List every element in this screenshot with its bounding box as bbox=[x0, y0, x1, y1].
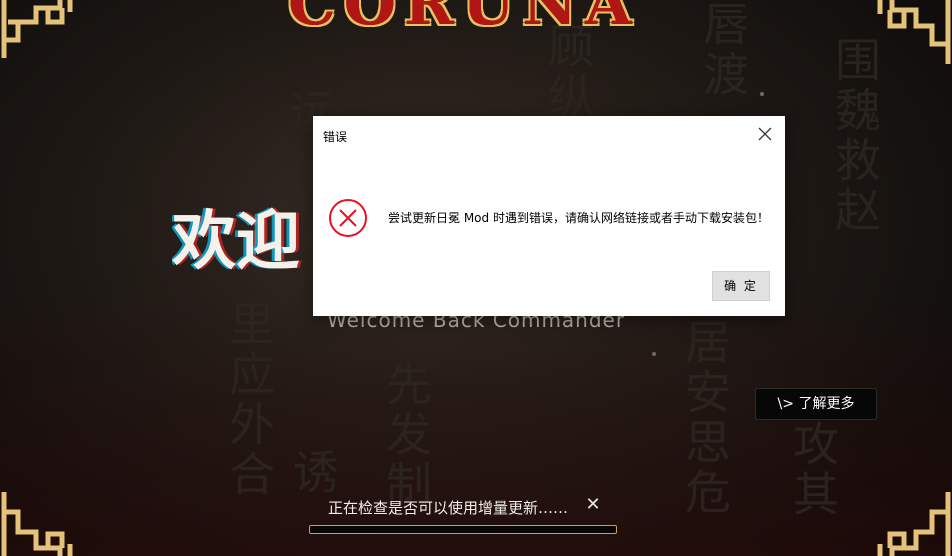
bg-calligraphy: 里应外合 bbox=[222, 300, 276, 500]
error-icon bbox=[328, 198, 368, 238]
bg-particle bbox=[652, 352, 656, 356]
corner-ornament-top-right bbox=[872, 0, 952, 64]
welcome-title: 欢迎 bbox=[172, 204, 300, 279]
corner-ornament-bottom-right bbox=[872, 492, 952, 556]
dialog-close-button[interactable] bbox=[751, 122, 779, 146]
ok-button[interactable]: 确 定 bbox=[712, 271, 770, 301]
learn-more-button[interactable]: \> 了解更多 bbox=[755, 388, 877, 420]
bg-calligraphy: 攻其 bbox=[786, 420, 840, 520]
dialog-message: 尝试更新日冕 Mod 时遇到错误，请确认网络链接或者手动下载安装包！ bbox=[388, 211, 769, 225]
bg-calligraphy: 围魏救赵 bbox=[828, 36, 882, 236]
game-logo: CORUNA bbox=[288, 0, 638, 30]
corner-ornament-top-left bbox=[0, 0, 80, 64]
close-icon bbox=[758, 127, 772, 141]
update-status-text: 正在检查是否可以使用增量更新…… bbox=[328, 499, 569, 517]
update-progress-bar bbox=[309, 525, 617, 534]
bg-particle bbox=[760, 92, 764, 96]
corner-ornament-bottom-left bbox=[0, 492, 80, 556]
bg-calligraphy: 顾纵 bbox=[541, 22, 595, 122]
bg-calligraphy: 先发制 bbox=[379, 360, 433, 510]
bg-calligraphy: 居安思危 bbox=[678, 318, 732, 518]
bg-calligraphy: 诱 bbox=[286, 448, 340, 498]
bg-calligraphy: 唇渡 bbox=[696, 0, 750, 100]
error-dialog: 错误 尝试更新日冕 Mod 时遇到错误，请确认网络链接或者手动下载安装包！ 确 … bbox=[313, 116, 785, 316]
dialog-title: 错误 bbox=[323, 130, 348, 144]
cancel-update-button[interactable]: ✕ bbox=[584, 494, 602, 516]
